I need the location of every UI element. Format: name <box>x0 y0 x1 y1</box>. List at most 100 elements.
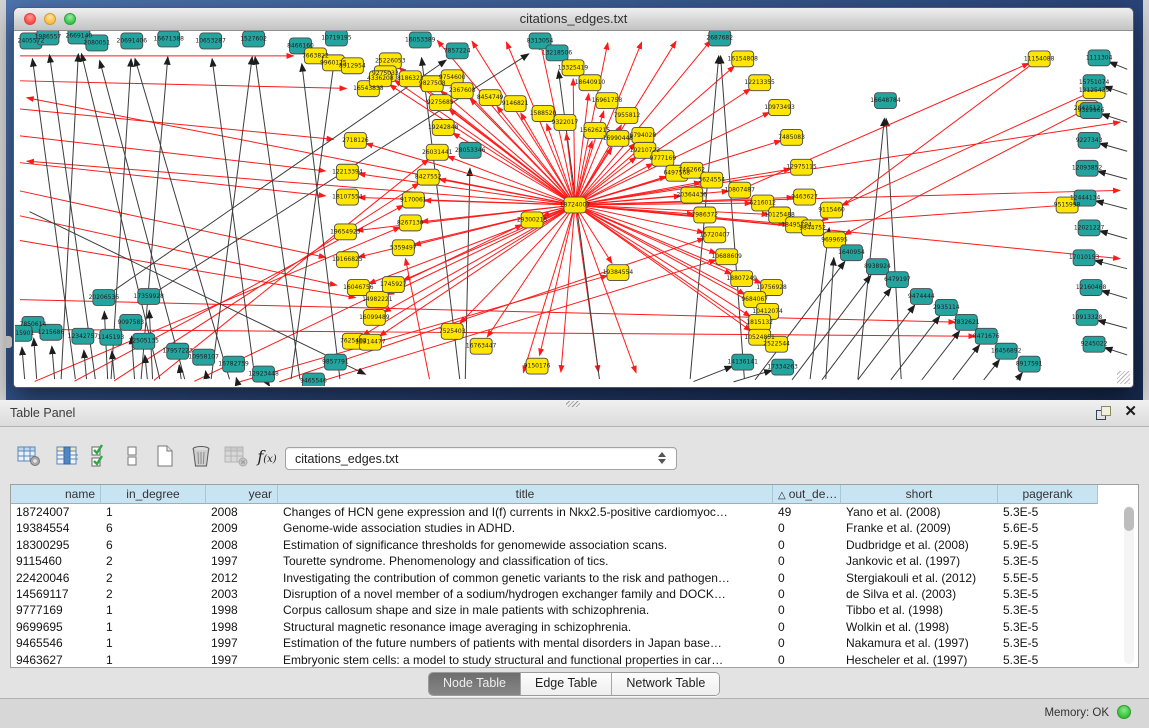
network-edge[interactable] <box>179 365 181 379</box>
network-edge[interactable] <box>984 360 1000 380</box>
network-node-label: 9150176 <box>524 363 551 370</box>
network-edge[interactable] <box>1102 291 1128 299</box>
network-edge[interactable] <box>858 305 915 380</box>
column-header-year[interactable]: year <box>206 485 278 504</box>
network-window[interactable]: citations_edges.txt 24055721986557266914… <box>13 7 1134 388</box>
function-builder-icon[interactable]: f(x) <box>252 441 282 471</box>
network-node-label: 16782759 <box>218 361 249 368</box>
tab-edge-table[interactable]: Edge Table <box>521 673 612 695</box>
network-canvas[interactable]: 2405572198655726691402080051206914061667… <box>15 31 1132 386</box>
network-edge[interactable] <box>1098 320 1127 328</box>
new-column-icon[interactable] <box>150 441 180 471</box>
tab-node-table[interactable]: Node Table <box>429 673 521 695</box>
network-edge[interactable] <box>953 345 980 380</box>
column-header-pagerank[interactable]: pagerank <box>998 485 1098 504</box>
column-header-out_de[interactable]: △out_de… <box>773 485 841 504</box>
network-edge[interactable] <box>1095 260 1127 268</box>
close-panel-icon[interactable]: ✕ <box>1124 404 1137 420</box>
network-edge[interactable] <box>1109 62 1127 69</box>
network-edge[interactable] <box>1100 143 1128 151</box>
network-edge[interactable] <box>694 366 733 381</box>
column-header-in_degree[interactable]: in_degree <box>101 485 206 504</box>
network-node-label: 16961758 <box>592 97 623 104</box>
network-edge[interactable] <box>22 347 25 379</box>
network-edge[interactable] <box>20 329 975 336</box>
table-cell: Structural magnetic resonance image aver… <box>278 619 773 635</box>
table-settings-icon[interactable] <box>14 441 44 471</box>
network-edge[interactable] <box>20 216 337 285</box>
scrollbar-thumb[interactable] <box>1124 507 1134 531</box>
checkbox-select-icon[interactable] <box>86 441 116 471</box>
network-edge[interactable] <box>808 205 1064 224</box>
network-edge[interactable] <box>922 331 960 380</box>
network-edge[interactable] <box>145 355 147 379</box>
table-row[interactable]: 1456911722003Disruption of a novel membe… <box>11 586 1138 602</box>
network-edge[interactable] <box>20 300 955 323</box>
network-node-label: 9329966 <box>1078 107 1105 114</box>
column-header-title[interactable]: title <box>278 485 773 504</box>
float-panel-icon[interactable] <box>1096 406 1111 420</box>
network-edge[interactable] <box>20 136 326 171</box>
table-selector-dropdown[interactable]: citations_edges.txt <box>285 447 677 470</box>
network-edge[interactable] <box>34 338 37 379</box>
network-edge[interactable] <box>578 143 635 202</box>
splitter-handle[interactable] <box>566 401 580 407</box>
network-edge[interactable] <box>20 81 346 89</box>
network-edge[interactable] <box>1100 231 1128 239</box>
network-edge[interactable] <box>239 276 607 382</box>
table-row[interactable]: 911546021997Tourette syndrome. Phenomeno… <box>11 553 1138 569</box>
network-node-label: 9465546 <box>300 378 327 385</box>
network-edge[interactable] <box>20 109 334 139</box>
table-cell: 19384554 <box>11 520 101 536</box>
window-resize-grip[interactable] <box>1117 371 1130 384</box>
table-row[interactable]: 977716911998Corpus callosum shape and si… <box>11 602 1138 618</box>
network-edge[interactable] <box>721 56 745 379</box>
table-row[interactable]: 1938455462009Genome-wide association stu… <box>11 520 1138 536</box>
table-cell: 1 <box>101 635 206 651</box>
network-edge[interactable] <box>1096 201 1127 209</box>
network-edge[interactable] <box>842 92 1091 205</box>
table-cell: Disruption of a novel member of a sodium… <box>278 586 773 602</box>
left-edge-grip[interactable] <box>6 336 12 348</box>
network-edge[interactable] <box>20 191 326 257</box>
table-cell: 2 <box>101 553 206 569</box>
table-row[interactable]: 2242004622012Investigating the contribut… <box>11 570 1138 586</box>
network-edge[interactable] <box>826 258 834 379</box>
network-edge[interactable] <box>577 148 612 202</box>
table-row[interactable]: 969969511998Structural magnetic resonanc… <box>11 619 1138 635</box>
table-row[interactable]: 946554611997Estimation of the future num… <box>11 635 1138 651</box>
network-node-label: 15626215 <box>580 127 611 134</box>
network-edge[interactable] <box>1098 171 1127 179</box>
column-header-name[interactable]: name <box>11 485 101 504</box>
show-columns-icon[interactable] <box>52 441 82 471</box>
network-node-label: 6794028 <box>630 132 657 139</box>
network-edge[interactable] <box>84 350 87 379</box>
network-edge[interactable] <box>1017 373 1023 380</box>
table-row[interactable]: 1872400712008Changes of HCN gene express… <box>11 504 1138 520</box>
network-edge[interactable] <box>291 56 335 379</box>
table-cell: 1 <box>101 619 206 635</box>
row-cards-icon[interactable] <box>117 441 147 471</box>
table-row[interactable]: 946362711997Embryonic stem cells: a mode… <box>11 652 1138 668</box>
network-edge[interactable] <box>206 371 207 379</box>
delete-column-trash-icon[interactable] <box>186 441 216 471</box>
column-header-short[interactable]: short <box>841 485 998 504</box>
table-cell: 2012 <box>206 570 278 586</box>
network-edge[interactable] <box>822 288 891 379</box>
tab-network-table[interactable]: Network Table <box>612 673 719 695</box>
table-row[interactable]: 1830029562008Estimation of significance … <box>11 537 1138 553</box>
network-edge[interactable] <box>1102 114 1128 122</box>
table-vertical-scrollbar[interactable] <box>1124 506 1134 664</box>
table-cell: 9777169 <box>11 602 101 618</box>
table-cell: Jankovic et al. (1997) <box>841 553 998 569</box>
network-edge[interactable] <box>821 61 1036 221</box>
table-cell: 9463627 <box>11 652 101 668</box>
network-edge[interactable] <box>734 370 773 382</box>
network-edge[interactable] <box>1105 348 1128 355</box>
network-window-titlebar[interactable]: citations_edges.txt <box>14 8 1133 31</box>
network-node-label: 10719195 <box>321 34 352 41</box>
table-cell: 5.3E-5 <box>998 504 1098 520</box>
network-edge[interactable] <box>27 98 571 205</box>
table-cell: 22420046 <box>11 570 101 586</box>
network-edge[interactable] <box>20 240 356 297</box>
